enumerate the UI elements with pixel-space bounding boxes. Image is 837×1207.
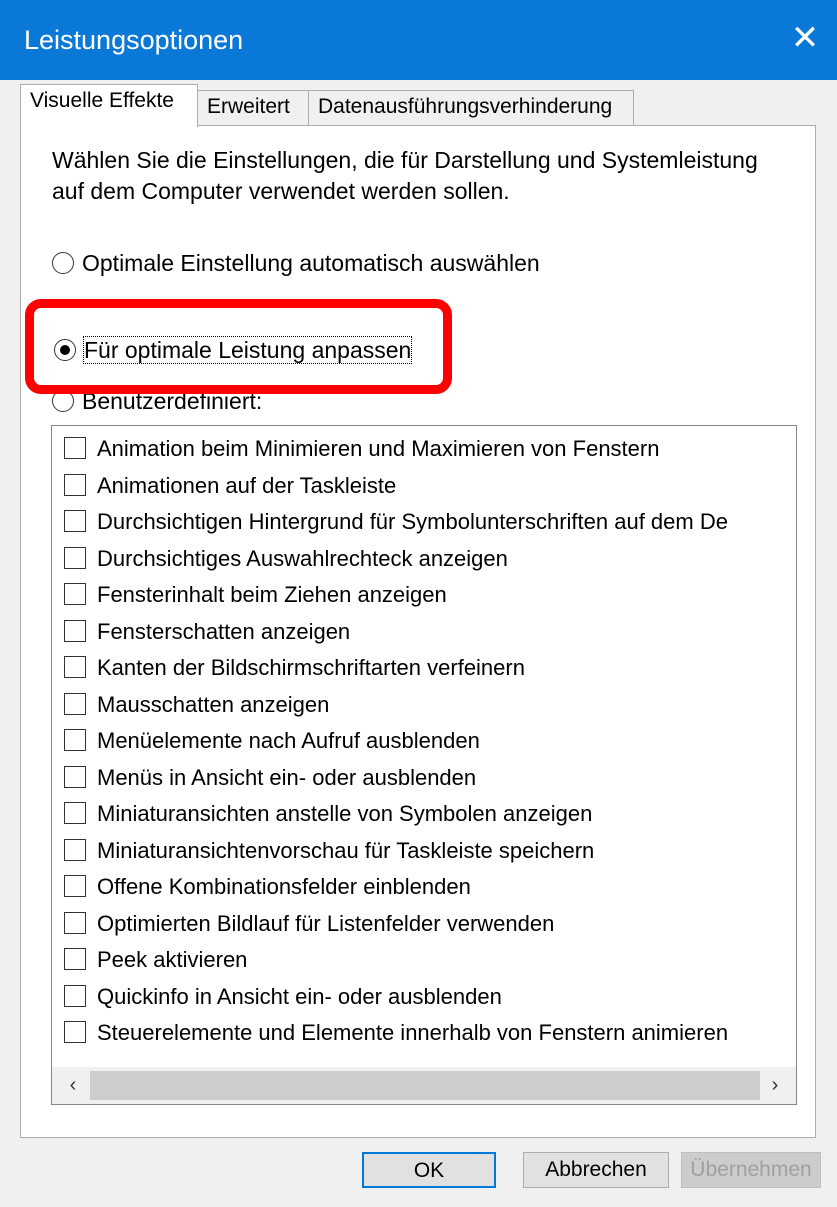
effect-label: Quickinfo in Ansicht ein- oder ausblende…: [97, 983, 502, 1009]
radio-button-selected[interactable]: [54, 338, 76, 361]
radio-auto[interactable]: Optimale Einstellung automatisch auswähl…: [52, 248, 540, 278]
performance-options-dialog: Leistungsoptionen ✕ Visuelle Effekte Erw…: [0, 0, 837, 1207]
checkbox[interactable]: [64, 1021, 86, 1044]
effect-checkbox-row[interactable]: Animation beim Minimieren und Maximieren…: [64, 434, 659, 464]
checkbox[interactable]: [64, 984, 86, 1007]
checkbox[interactable]: [64, 546, 86, 569]
effect-checkbox-row[interactable]: Animationen auf der Taskleiste: [64, 471, 396, 501]
effect-checkbox-row[interactable]: Offene Kombinationsfelder einblenden: [64, 872, 471, 902]
radio-label: Optimale Einstellung automatisch auswähl…: [82, 250, 540, 276]
cancel-button[interactable]: Abbrechen: [523, 1152, 669, 1188]
checkbox[interactable]: [64, 656, 86, 679]
tab-visual-effects[interactable]: Visuelle Effekte: [20, 84, 198, 127]
effect-label: Menüs in Ansicht ein- oder ausblenden: [97, 764, 477, 790]
apply-button[interactable]: Übernehmen: [681, 1152, 821, 1188]
effect-checkbox-row[interactable]: Durchsichtigen Hintergrund für Symbolunt…: [64, 507, 728, 537]
effect-checkbox-row[interactable]: Miniaturansichten anstelle von Symbolen …: [64, 799, 592, 829]
effect-checkbox-row[interactable]: Optimierten Bildlauf für Listenfelder ve…: [64, 909, 554, 939]
checkbox[interactable]: [64, 619, 86, 642]
checkbox[interactable]: [64, 765, 86, 788]
effect-checkbox-row[interactable]: Menüs in Ansicht ein- oder ausblenden: [64, 763, 476, 793]
scrollbar-thumb[interactable]: [90, 1071, 760, 1100]
checkbox[interactable]: [64, 510, 86, 533]
tab-advanced[interactable]: Erweitert: [197, 90, 309, 126]
effect-checkbox-row[interactable]: Durchsichtiges Auswahlrechteck anzeigen: [64, 544, 508, 574]
radio-button[interactable]: [52, 251, 74, 274]
effect-checkbox-row[interactable]: Peek aktivieren: [64, 945, 247, 975]
effect-checkbox-row[interactable]: Fensterschatten anzeigen: [64, 617, 350, 647]
effect-label: Miniaturansichten anstelle von Symbolen …: [97, 801, 593, 826]
effect-label: Animation beim Minimieren und Maximieren…: [97, 436, 660, 461]
effect-label: Kanten der Bildschirmschriftarten verfei…: [97, 655, 525, 680]
effect-label: Mausschatten anzeigen: [97, 691, 330, 717]
close-icon[interactable]: ✕: [785, 18, 825, 58]
effect-label: Offene Kombinationsfelder einblenden: [97, 874, 471, 899]
effect-checkbox-row[interactable]: Kanten der Bildschirmschriftarten verfei…: [64, 653, 525, 683]
effect-label: Animationen auf der Taskleiste: [97, 472, 397, 498]
effect-checkbox-row[interactable]: Fensterinhalt beim Ziehen anzeigen: [64, 580, 447, 610]
effect-label: Durchsichtiges Auswahlrechteck anzeigen: [97, 545, 508, 571]
effect-label: Optimierten Bildlauf für Listenfelder ve…: [97, 910, 555, 936]
effect-label: Miniaturansichtenvorschau für Taskleiste…: [97, 837, 595, 863]
effect-label: Fensterinhalt beim Ziehen anzeigen: [97, 582, 447, 607]
radio-best-performance[interactable]: Für optimale Leistung anpassen: [54, 335, 413, 365]
effect-label: Fensterschatten anzeigen: [97, 618, 351, 644]
title-bar: Leistungsoptionen ✕: [0, 0, 837, 80]
effect-label: Peek aktivieren: [97, 947, 248, 972]
red-highlight-box: Für optimale Leistung anpassen: [25, 299, 452, 394]
effect-label: Durchsichtigen Hintergrund für Symbolunt…: [97, 509, 728, 534]
checkbox[interactable]: [64, 473, 86, 496]
effect-label: Steuerelemente und Elemente innerhalb vo…: [97, 1020, 729, 1045]
checkbox[interactable]: [64, 437, 86, 460]
effect-checkbox-row[interactable]: Quickinfo in Ansicht ein- oder ausblende…: [64, 982, 502, 1012]
ok-button[interactable]: OK: [362, 1152, 496, 1188]
checkbox[interactable]: [64, 875, 86, 898]
effect-checkbox-row[interactable]: Mausschatten anzeigen: [64, 690, 329, 720]
effects-list[interactable]: Animation beim Minimieren und Maximieren…: [51, 425, 797, 1105]
effect-label: Menüelemente nach Aufruf ausblenden: [97, 728, 480, 753]
scroll-right-icon[interactable]: ›: [758, 1067, 792, 1104]
description-text: Wählen Sie die Einstellungen, die für Da…: [52, 147, 758, 204]
scroll-left-icon[interactable]: ‹: [56, 1067, 90, 1104]
checkbox[interactable]: [64, 838, 86, 861]
effect-checkbox-row[interactable]: Menüelemente nach Aufruf ausblenden: [64, 726, 480, 756]
radio-label: Für optimale Leistung anpassen: [82, 336, 413, 364]
effect-checkbox-row[interactable]: Miniaturansichtenvorschau für Taskleiste…: [64, 836, 594, 866]
effect-checkbox-row[interactable]: Steuerelemente und Elemente innerhalb vo…: [64, 1018, 728, 1048]
checkbox[interactable]: [64, 802, 86, 825]
checkbox[interactable]: [64, 948, 86, 971]
tab-data-execution-prevention[interactable]: Datenausführungsverhinderung: [308, 90, 634, 126]
checkbox[interactable]: [64, 692, 86, 715]
checkbox[interactable]: [64, 729, 86, 752]
checkbox[interactable]: [64, 583, 86, 606]
window-title: Leistungsoptionen: [24, 25, 244, 55]
horizontal-scrollbar[interactable]: ‹ ›: [52, 1067, 796, 1104]
checkbox[interactable]: [64, 911, 86, 934]
